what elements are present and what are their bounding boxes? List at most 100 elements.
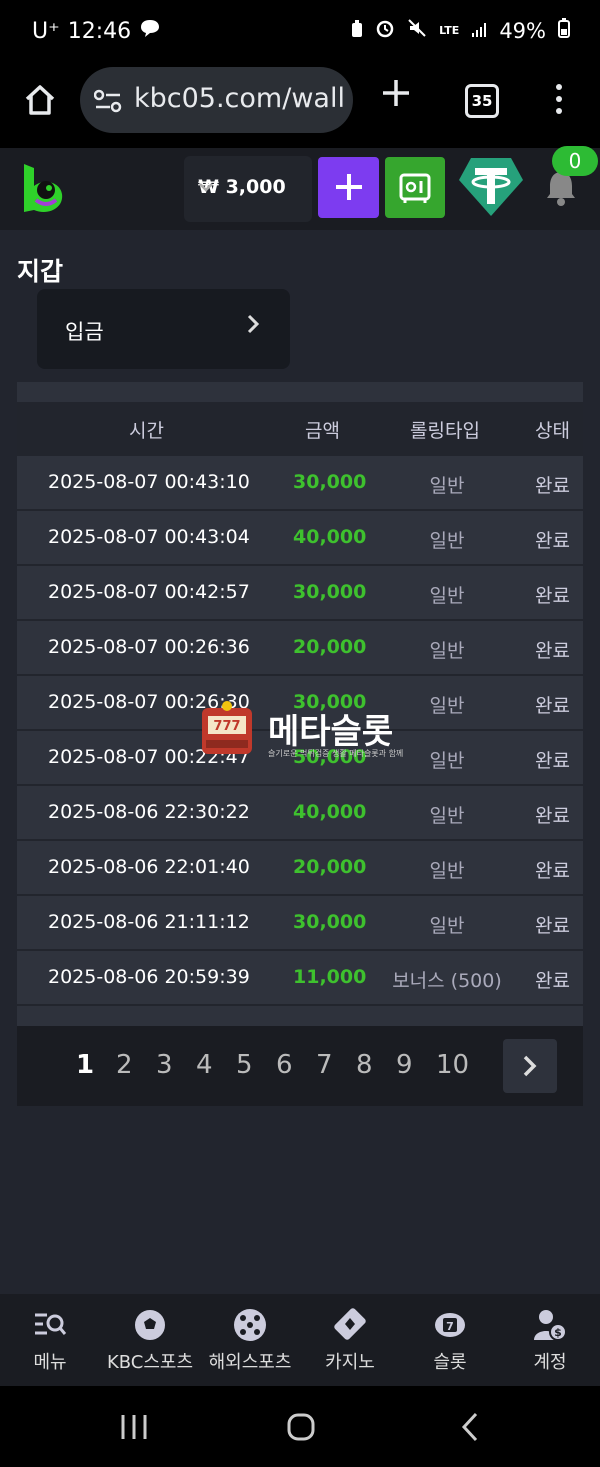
page-number[interactable]: 7 (316, 1050, 333, 1080)
next-page-button[interactable] (503, 1039, 557, 1093)
chevron-down-icon (198, 176, 214, 198)
soccer-ball-icon (100, 1308, 200, 1342)
url-text[interactable]: kbc05.com/walle (134, 83, 344, 114)
nav-kbc-sports[interactable]: KBC스포츠 (100, 1308, 200, 1374)
site-settings-icon[interactable] (93, 89, 122, 117)
chat-notification-icon (139, 18, 161, 44)
nav-slot[interactable]: 7 슬롯 (400, 1308, 500, 1374)
clock: 12:46 (67, 18, 132, 44)
header-status: 상태 (535, 420, 570, 442)
svg-text:7: 7 (446, 1320, 454, 1333)
table-row: 2025-08-07 00:42:57 30,000 일반 완료 (17, 566, 583, 621)
nav-overseas-sports[interactable]: 해외스포츠 (200, 1308, 300, 1374)
new-tab-icon[interactable] (380, 76, 412, 116)
nav-menu-label: 메뉴 (33, 1352, 67, 1373)
more-options-icon[interactable] (552, 84, 566, 120)
cell-rolling-type: 일반 (429, 640, 465, 662)
cell-time: 2025-08-07 00:43:04 (48, 526, 250, 548)
cell-rolling-type: 일반 (429, 585, 465, 607)
cell-rolling-type: 보너스 (500) (392, 970, 502, 992)
system-nav-bar (0, 1386, 600, 1467)
cell-rolling-type: 일반 (429, 805, 465, 827)
tether-icon[interactable] (457, 156, 525, 218)
recent-apps-icon[interactable] (120, 1414, 148, 1444)
page-number[interactable]: 3 (156, 1050, 173, 1080)
nav-account-label: 계정 (533, 1352, 567, 1373)
nav-menu[interactable]: 메뉴 (0, 1308, 100, 1374)
table-row: 2025-08-07 00:43:04 40,000 일반 완료 (17, 511, 583, 566)
home-nav-icon[interactable] (287, 1413, 315, 1445)
page-number[interactable]: 4 (196, 1050, 213, 1080)
nav-casino-label: 카지노 (325, 1352, 375, 1373)
header-rolling-type: 롤링타입 (410, 420, 480, 442)
cell-time: 2025-08-07 00:43:10 (48, 471, 250, 493)
battery-icon (558, 18, 570, 43)
table-row: 2025-08-06 22:01:40 20,000 일반 완료 (17, 841, 583, 896)
cell-rolling-type: 일반 (429, 530, 465, 552)
cell-amount: 11,000 (293, 966, 367, 988)
cell-status: 완료 (535, 695, 570, 717)
cell-rolling-type: 일반 (429, 915, 465, 937)
header-amount: 금액 (305, 420, 340, 442)
nav-kbc-sports-label: KBC스포츠 (106, 1352, 194, 1373)
nav-slot-label: 슬롯 (433, 1352, 467, 1373)
dice-icon (200, 1308, 300, 1342)
cell-time: 2025-08-06 22:30:22 (48, 801, 250, 823)
status-bar: U⁺ 12:46 LTE 49% (0, 0, 600, 64)
cell-amount: 20,000 (293, 856, 367, 878)
safe-button[interactable] (385, 157, 445, 218)
balance-dropdown[interactable]: ₩ 3,000 (184, 156, 312, 222)
deposit-plus-button[interactable] (318, 157, 379, 218)
watermark: 777 메타슬롯 슬기로운 먹튀검증 생활 메타슬롯과 함께 (192, 700, 412, 764)
cell-time: 2025-08-07 00:42:57 (48, 581, 250, 603)
header-time: 시간 (129, 420, 164, 442)
cell-rolling-type: 일반 (429, 475, 465, 497)
nav-account[interactable]: $ 계정 (500, 1308, 600, 1374)
tab-switcher-button[interactable]: 35 (465, 84, 499, 118)
table-row: 2025-08-06 20:59:39 11,000 보너스 (500) 완료 (17, 951, 583, 1006)
page-number[interactable]: 10 (436, 1050, 469, 1080)
deposit-label: 입금 (65, 320, 104, 344)
account-icon: $ (500, 1308, 600, 1342)
menu-search-icon (0, 1308, 100, 1342)
cell-time: 2025-08-06 22:01:40 (48, 856, 250, 878)
battery-saver-icon (351, 19, 363, 43)
page-number[interactable]: 5 (236, 1050, 253, 1080)
page-number[interactable]: 9 (396, 1050, 413, 1080)
page-number[interactable]: 1 (76, 1050, 94, 1080)
table-row: 2025-08-07 00:43:10 30,000 일반 완료 (17, 456, 583, 511)
watermark-text: 메타슬롯 (268, 712, 394, 752)
cell-status: 완료 (535, 915, 570, 937)
home-icon[interactable] (22, 82, 58, 118)
page-number[interactable]: 8 (356, 1050, 373, 1080)
table-header: 시간 금액 롤링타입 상태 (17, 402, 583, 456)
safe-icon (399, 173, 431, 203)
address-bar[interactable]: kbc05.com/walle (80, 67, 353, 133)
browser-toolbar: kbc05.com/walle 35 (0, 64, 600, 148)
page-number[interactable]: 2 (116, 1050, 133, 1080)
mute-icon (407, 18, 427, 43)
page-title: 지갑 (17, 257, 64, 286)
watermark-subtext: 슬기로운 먹튀검증 생활 메타슬롯과 함께 (268, 749, 404, 758)
cell-status: 완료 (535, 750, 570, 772)
deposit-button[interactable]: 입금 (37, 289, 290, 369)
cell-amount: 30,000 (293, 471, 367, 493)
page-number[interactable]: 6 (276, 1050, 293, 1080)
nav-casino[interactable]: 카지노 (300, 1308, 400, 1374)
cell-status: 완료 (535, 585, 570, 607)
site-logo[interactable] (20, 160, 70, 216)
svg-text:$: $ (554, 1326, 562, 1339)
cell-rolling-type: 일반 (429, 860, 465, 882)
table-row: 2025-08-07 00:26:36 20,000 일반 완료 (17, 621, 583, 676)
nav-overseas-sports-label: 해외스포츠 (208, 1352, 292, 1373)
table-row: 2025-08-06 22:30:22 40,000 일반 완료 (17, 786, 583, 841)
pagination: 1 2 3 4 5 6 7 8 9 10 (17, 1026, 583, 1106)
table-row: 2025-08-06 21:11:12 30,000 일반 완료 (17, 896, 583, 951)
chevron-right-icon (523, 1055, 537, 1077)
cell-amount: 30,000 (293, 581, 367, 603)
slot-icon: 7 (400, 1308, 500, 1342)
cell-time: 2025-08-07 00:26:36 (48, 636, 250, 658)
cell-amount: 20,000 (293, 636, 367, 658)
chevron-right-icon (245, 313, 261, 341)
back-icon[interactable] (460, 1412, 480, 1446)
